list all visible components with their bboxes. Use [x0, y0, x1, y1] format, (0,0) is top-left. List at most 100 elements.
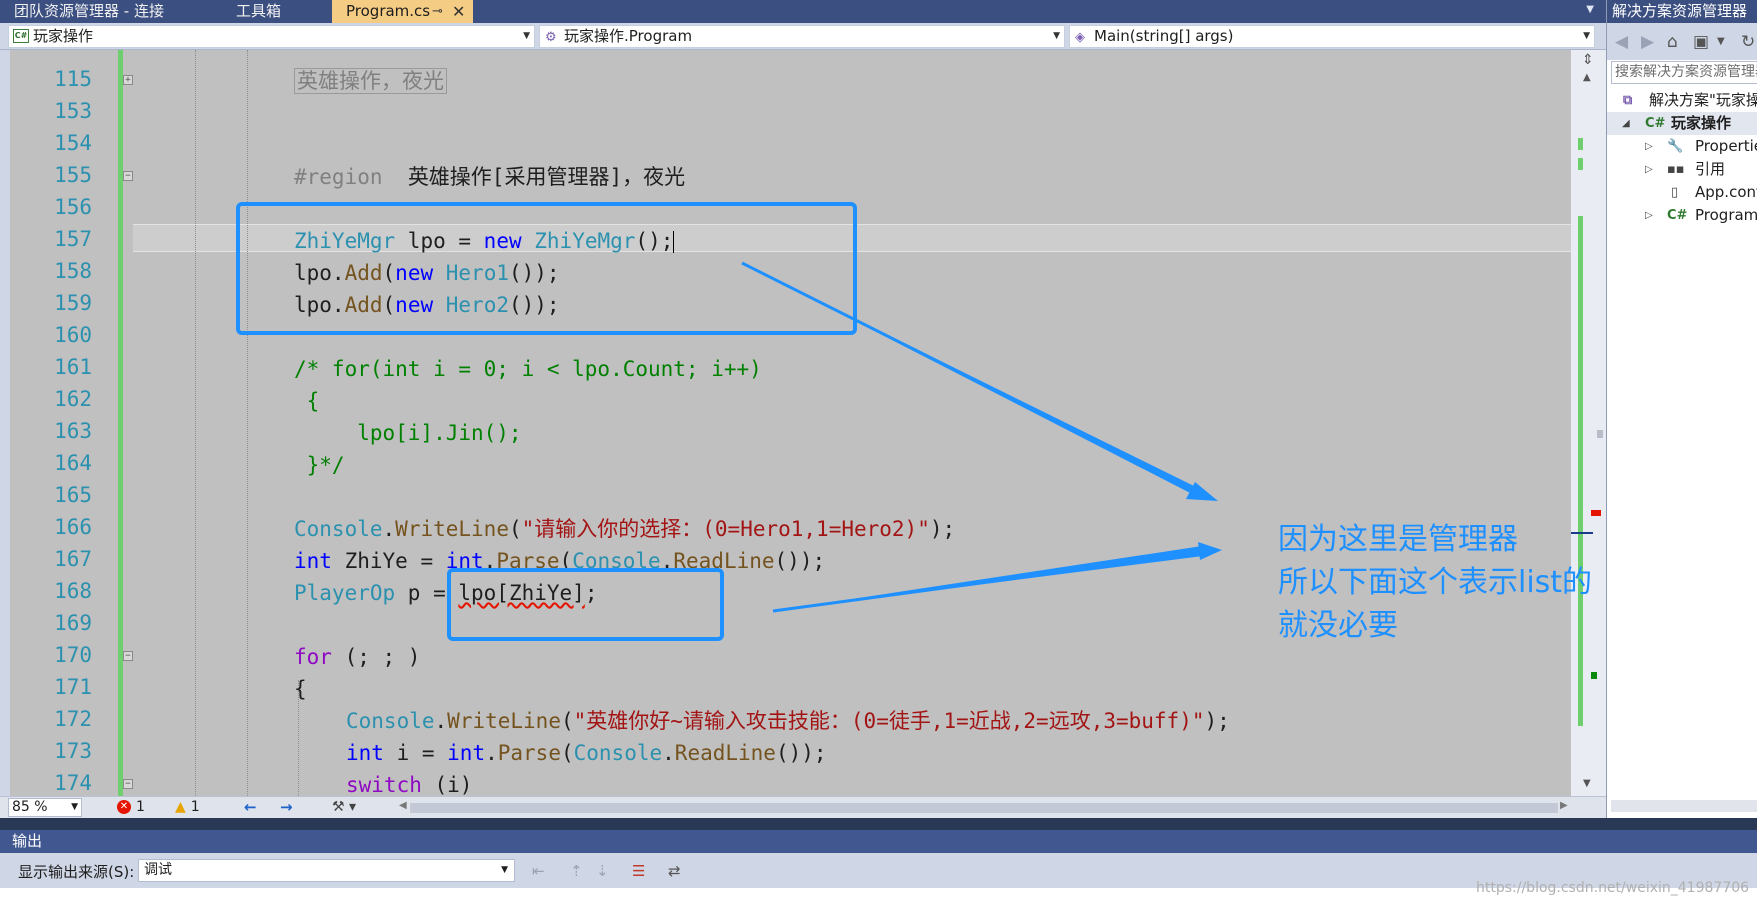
scroll-thumb[interactable] — [1597, 430, 1603, 438]
previous-message-icon[interactable]: ⇡ — [570, 862, 583, 880]
solution-explorer-title: 解决方案资源管理器 — [1607, 0, 1757, 23]
collapse-icon[interactable]: − — [123, 171, 133, 181]
code-token: ()); — [775, 741, 827, 765]
scroll-up-icon[interactable]: ▲ — [1583, 72, 1591, 83]
error-squiggle-token[interactable]: lpo[ZhiYe] — [458, 581, 584, 605]
chevron-down-icon[interactable]: ▼ — [1717, 36, 1725, 47]
control-keyword-token: switch — [346, 773, 422, 797]
string-token: "英雄你好~请输入攻击技能：(0=徒手,1=近战,2=远攻,3=buff)" — [573, 709, 1205, 733]
collapsed-region[interactable]: 英雄操作，夜光 — [294, 68, 447, 94]
member-dropdown[interactable]: ◈ Main(string[] args) ▼ — [1069, 25, 1595, 48]
type-token: ZhiYeMgr — [294, 229, 396, 253]
method-token: WriteLine — [447, 709, 561, 733]
scroll-right-icon[interactable]: ▶ — [1560, 800, 1568, 811]
code-token: lpo = — [395, 229, 484, 253]
line-number: 172 — [54, 707, 92, 731]
code-token: ( — [560, 709, 574, 733]
forward-icon[interactable]: ▶ — [1641, 32, 1654, 52]
error-count[interactable]: ✕ 1 — [117, 798, 145, 817]
pin-icon[interactable]: ⊸ — [432, 0, 443, 23]
csharp-project-icon: C# — [1645, 116, 1666, 131]
output-pane-title: 输出 — [0, 830, 1757, 853]
code-token: lpo. — [294, 261, 345, 285]
tree-item-project[interactable]: ◢ C# 玩家操作 — [1607, 112, 1757, 135]
references-icon: ▪▪ — [1667, 162, 1685, 177]
code-line-172: Console.WriteLine("英雄你好~请输入攻击技能：(0=徒手,1=… — [346, 707, 1230, 735]
sync-icon[interactable]: ↻ — [1741, 32, 1755, 52]
expand-icon[interactable]: ▷ — [1645, 135, 1653, 158]
tree-item-app-config[interactable]: ▯ App.config — [1607, 181, 1757, 204]
csharp-project-icon: C# — [13, 29, 29, 43]
close-icon[interactable]: ✕ — [452, 0, 465, 23]
code-line-174: switch (i) — [346, 771, 472, 799]
tree-item-program-cs[interactable]: ▷ C# Program.cs — [1607, 204, 1757, 227]
zoom-dropdown[interactable]: 85 % ▼ — [8, 798, 82, 817]
warning-count[interactable]: ▲ 1 — [175, 798, 200, 817]
code-line-170: for (; ; ) — [294, 643, 420, 671]
home-icon[interactable]: ⌂ — [1667, 32, 1678, 52]
brush-icon[interactable]: ⚒ ▾ — [332, 798, 356, 817]
tab-program-cs[interactable]: Program.cs ⊸ ✕ — [332, 0, 473, 23]
type-token: Hero1 — [445, 261, 509, 285]
tree-item-label: 引用 — [1695, 160, 1726, 178]
type-token: Console — [346, 709, 435, 733]
code-token: . — [382, 517, 396, 541]
output-source-dropdown[interactable]: 调试 ▼ — [138, 859, 515, 882]
keyword-token: int — [346, 741, 384, 765]
code-token: ; — [584, 581, 598, 605]
warning-count-label: 1 — [190, 799, 200, 815]
change-tracking-bar — [118, 50, 123, 796]
error-marker — [1591, 510, 1601, 516]
class-dropdown[interactable]: ⚙ 玩家操作.Program ▼ — [539, 25, 1065, 48]
line-number: 173 — [54, 739, 92, 763]
output-source-value: 调试 — [144, 862, 172, 878]
code-token: ); — [1204, 709, 1230, 733]
line-number: 171 — [54, 675, 92, 699]
expand-icon[interactable]: + — [123, 75, 133, 85]
project-dropdown[interactable]: C# 玩家操作 ▼ — [8, 25, 535, 48]
keyword-token: new — [395, 293, 434, 317]
type-token: Console — [573, 741, 663, 765]
editor-vertical-scrollbar[interactable]: ⇕ ▲ ▼ — [1571, 50, 1606, 796]
navigate-forward-icon[interactable]: → — [280, 798, 293, 817]
switch-views-icon[interactable]: ▣ — [1693, 32, 1709, 52]
expand-icon[interactable]: ▷ — [1645, 204, 1653, 227]
region-keyword: #region — [294, 165, 383, 189]
code-token: ( — [508, 517, 522, 541]
solution-explorer-horizontal-scrollbar[interactable] — [1611, 800, 1757, 812]
tree-item-properties[interactable]: ▷ 🔧 Properties — [1607, 135, 1757, 158]
tab-toolbox[interactable]: 工具箱 — [222, 0, 332, 23]
collapse-icon[interactable]: − — [123, 779, 133, 789]
navigate-back-icon[interactable]: ← — [244, 798, 257, 817]
split-window-icon[interactable]: ⇕ — [1582, 52, 1594, 68]
collapse-icon[interactable]: ◢ — [1622, 112, 1630, 135]
collapse-icon[interactable]: − — [123, 651, 133, 661]
editor-horizontal-scrollbar[interactable] — [410, 803, 1558, 813]
code-line-157: ZhiYeMgr lpo = new ZhiYeMgr(); — [294, 227, 675, 255]
chevron-down-icon: ▼ — [1053, 31, 1060, 41]
expand-icon[interactable]: ▷ — [1645, 158, 1653, 181]
scroll-down-icon[interactable]: ▼ — [1583, 778, 1591, 789]
warning-marker — [1591, 672, 1597, 679]
tab-team-explorer[interactable]: 团队资源管理器 - 连接 — [0, 0, 222, 23]
tab-overflow-dropdown-icon[interactable]: ▼ — [1586, 4, 1594, 15]
method-token: ReadLine — [674, 741, 776, 765]
word-wrap-icon[interactable]: ⇄ — [668, 862, 681, 880]
scroll-left-icon[interactable]: ◀ — [399, 800, 407, 811]
code-token: . — [660, 549, 674, 573]
tree-item-label: 玩家操作 — [1671, 114, 1732, 132]
config-file-icon: ▯ — [1671, 185, 1679, 200]
clear-all-icon[interactable]: ☰ — [632, 862, 645, 880]
code-line-168: PlayerOp p = lpo[ZhiYe]; — [294, 579, 597, 607]
next-message-icon[interactable]: ⇣ — [596, 862, 609, 880]
code-line-167: int ZhiYe = int.Parse(Console.ReadLine()… — [294, 547, 825, 575]
code-editor[interactable]: 115 153 154 155 156 157 158 159 160 161 … — [0, 50, 1606, 799]
class-icon: ⚙ — [545, 30, 557, 45]
back-icon[interactable]: ◀ — [1615, 32, 1628, 52]
solution-explorer-search-input[interactable]: 搜索解决方案资源管理器 — [1611, 61, 1757, 84]
find-message-icon[interactable]: ⇤ — [532, 862, 545, 880]
tree-item-references[interactable]: ▷ ▪▪ 引用 — [1607, 158, 1757, 181]
tree-item-solution[interactable]: ⧉ 解决方案"玩家操作" — [1607, 89, 1757, 112]
